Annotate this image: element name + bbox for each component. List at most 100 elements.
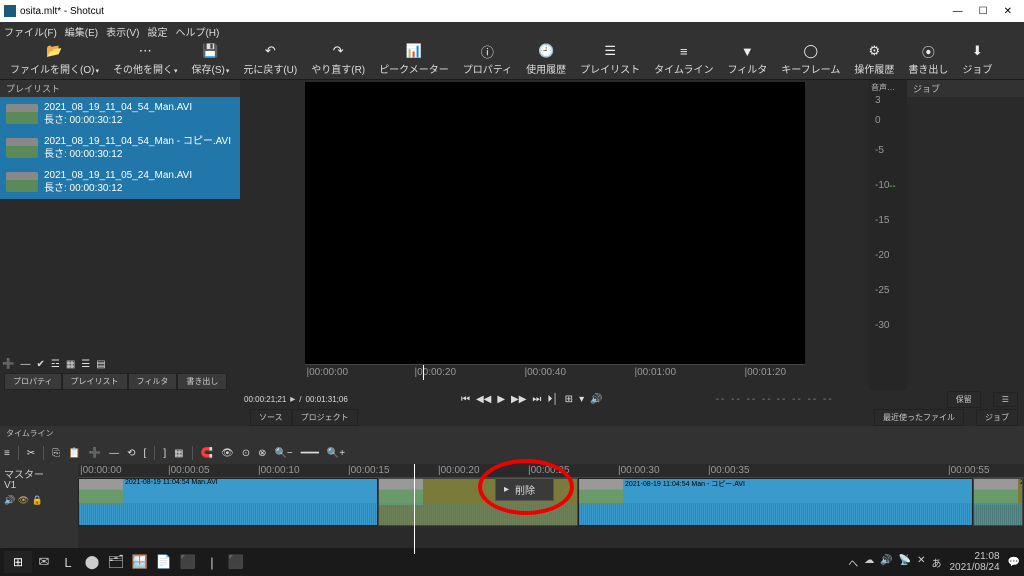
playlist-tool-icon[interactable]: — xyxy=(20,359,30,370)
transport-button[interactable]: ◀◀ xyxy=(476,394,491,405)
playlist-item[interactable]: 2021_08_19_11_04_54_Man.AVI長さ: 00:00:30:… xyxy=(0,97,240,131)
toolbar-元に戻す(U)[interactable]: ↶元に戻す(U) xyxy=(237,41,303,78)
toolbar-ファイルを開く(O)[interactable]: 📂ファイルを開く(O)▾ xyxy=(4,41,105,78)
tray-icon[interactable]: 🔊 xyxy=(880,555,892,570)
toolbar-プロパティ[interactable]: ⓘプロパティ xyxy=(457,41,518,78)
tab-☰[interactable]: ☰ xyxy=(993,392,1018,407)
timeline-tool[interactable]: 👁 xyxy=(221,448,234,459)
transport-button[interactable]: ⏮ xyxy=(461,394,470,405)
notification-button[interactable]: 💬 xyxy=(1008,557,1020,568)
timecode-current[interactable]: 00:00:21;21 xyxy=(244,395,286,404)
preview-ruler[interactable]: |00:00:00 |00:00:20 |00:00:40 |00:01:00 … xyxy=(305,364,805,380)
transport-button[interactable]: ▶ xyxy=(497,394,505,405)
timeline-clip[interactable]: 2021-08-19 11:04:54 Man - コピー.AVI xyxy=(578,478,973,526)
clock-date[interactable]: 2021/08/24 xyxy=(949,562,999,573)
tab-プロジェクト[interactable]: プロジェクト xyxy=(292,409,358,426)
toolbar-使用履歴[interactable]: 🕘使用履歴 xyxy=(520,41,572,78)
transport-button[interactable]: ▾ xyxy=(579,394,584,405)
taskbar-app-icon[interactable]: L xyxy=(56,551,80,573)
timeline-tool[interactable]: — xyxy=(109,448,119,459)
tab-書き出し[interactable]: 書き出し xyxy=(177,373,227,390)
transport-button[interactable]: 🔊 xyxy=(590,394,602,405)
timeline-clip[interactable]: 2021-08-19 11:04:54 Man.AVI xyxy=(973,478,1023,526)
menu-file[interactable]: ファイル(F) xyxy=(4,24,57,39)
taskbar-app-icon[interactable]: ✉ xyxy=(32,551,56,573)
tab-ソース[interactable]: ソース xyxy=(250,409,292,426)
tray-icon[interactable]: 📡 xyxy=(899,555,911,570)
start-button[interactable]: ⊞ xyxy=(4,551,32,573)
close-button[interactable]: ✕ xyxy=(1004,6,1012,17)
minimize-button[interactable]: — xyxy=(953,6,963,17)
clock-time[interactable]: 21:08 xyxy=(949,551,999,562)
toolbar-やり直す(R)[interactable]: ↷やり直す(R) xyxy=(305,41,371,78)
timeline-tool[interactable]: 🔍− xyxy=(274,448,292,459)
toolbar-ピークメーター[interactable]: 📊ピークメーター xyxy=(373,41,455,78)
tray-icon[interactable]: あ xyxy=(931,555,941,570)
timeline-tool[interactable]: ⎘ xyxy=(52,448,60,459)
timeline-tool[interactable]: ⊙ xyxy=(242,448,250,459)
tab-プレイリスト[interactable]: プレイリスト xyxy=(62,373,128,390)
context-delete[interactable]: 削除 xyxy=(515,482,535,497)
timeline-tool[interactable]: ➕ xyxy=(89,448,101,459)
timeline-tool[interactable]: ] xyxy=(163,448,166,459)
playlist-item[interactable]: 2021_08_19_11_04_54_Man - コピー.AVI長さ: 00:… xyxy=(0,131,240,165)
playlist-tool-icon[interactable]: ➕ xyxy=(2,359,14,370)
taskbar-app-icon[interactable]: 📄 xyxy=(152,551,176,573)
transport-button[interactable]: ⏵│ xyxy=(547,394,558,405)
playlist-tool-icon[interactable]: ☰ xyxy=(81,359,90,370)
tray-icon[interactable]: ☁ xyxy=(864,555,874,570)
timeline-tool[interactable]: ▦ xyxy=(174,448,183,459)
tab-ジョブ[interactable]: ジョブ xyxy=(976,409,1018,426)
toolbar-タイムライン[interactable]: ≡タイムライン xyxy=(648,41,719,78)
track-master-label[interactable]: マスター xyxy=(4,466,74,480)
taskbar-app-icon[interactable]: 🪟 xyxy=(128,551,152,573)
timeline-tool[interactable]: ✂ xyxy=(27,448,35,459)
video-preview[interactable] xyxy=(305,82,805,364)
track-v1-label[interactable]: V1 xyxy=(4,480,74,491)
timeline-tool[interactable]: [ xyxy=(144,448,147,459)
timeline-tool[interactable]: 🔍+ xyxy=(327,448,345,459)
timeline-tool[interactable]: ⟲ xyxy=(127,448,135,459)
playlist-tool-icon[interactable]: ▤ xyxy=(96,359,105,370)
toolbar-プレイリスト[interactable]: ☰プレイリスト xyxy=(574,41,646,78)
taskbar-app-icon[interactable]: 🗂 xyxy=(104,551,128,573)
transport-button[interactable]: ⊞ xyxy=(565,394,573,405)
tray-icon[interactable]: ✕ xyxy=(917,555,925,570)
toolbar-保存(S)[interactable]: 💾保存(S)▾ xyxy=(185,41,235,78)
playlist-tool-icon[interactable]: ✔ xyxy=(36,359,44,370)
menu-view[interactable]: 表示(V) xyxy=(106,24,139,39)
tray-icon[interactable]: へ xyxy=(848,555,858,570)
toolbar-フィルタ[interactable]: ▼フィルタ xyxy=(721,41,773,78)
playlist-tool-icon[interactable]: ▦ xyxy=(66,359,75,370)
taskbar-app-icon[interactable]: ⬤ xyxy=(80,551,104,573)
tab-フィルタ[interactable]: フィルタ xyxy=(128,373,178,390)
taskbar-app-icon[interactable]: ⬛ xyxy=(224,551,248,573)
taskbar-app-icon[interactable]: | xyxy=(200,551,224,573)
timeline-tool[interactable]: ⊗ xyxy=(258,448,266,459)
playlist-tool-icon[interactable]: ☲ xyxy=(51,359,60,370)
timeline-clip[interactable]: 2021-08-19 11:04:54 Man.AVI xyxy=(78,478,378,526)
toolbar-ジョブ[interactable]: ⬇ジョブ xyxy=(956,41,998,78)
taskbar-app-icon[interactable]: ⬛ xyxy=(176,551,200,573)
tab-保留[interactable]: 保留 xyxy=(947,391,981,408)
tab-最近使ったファイル[interactable]: 最近使ったファイル xyxy=(874,409,964,426)
tab-プロパティ[interactable]: プロパティ xyxy=(4,373,62,390)
timeline-ruler[interactable]: |00:00:00 |00:00:05 |00:00:10 |00:00:15 … xyxy=(78,464,1024,478)
menu-edit[interactable]: 編集(E) xyxy=(65,24,98,39)
menu-settings[interactable]: 設定 xyxy=(147,24,167,39)
timeline-tool[interactable]: 🧲 xyxy=(201,448,213,459)
toolbar-操作履歴[interactable]: ⚙操作履歴 xyxy=(848,41,900,78)
transport-button[interactable]: ⏭ xyxy=(532,394,541,405)
menu-help[interactable]: ヘルプ(H) xyxy=(175,24,219,39)
timeline-tool[interactable]: 📋 xyxy=(68,448,80,459)
playhead[interactable] xyxy=(414,464,415,554)
timeline-tool[interactable]: ≡ xyxy=(4,448,10,459)
toolbar-キーフレーム[interactable]: ◯キーフレーム xyxy=(775,41,846,78)
arrow-icon: ▸ xyxy=(290,394,295,405)
transport-button[interactable]: ▶▶ xyxy=(511,394,526,405)
playlist-item[interactable]: 2021_08_19_11_05_24_Man.AVI長さ: 00:00:30:… xyxy=(0,165,240,199)
timeline-tool[interactable]: ━━━ xyxy=(301,448,319,459)
toolbar-その他を開く[interactable]: ⋯その他を開く▾ xyxy=(107,41,184,78)
toolbar-書き出し[interactable]: ⦿書き出し xyxy=(902,41,954,78)
maximize-button[interactable]: ☐ xyxy=(979,6,988,17)
